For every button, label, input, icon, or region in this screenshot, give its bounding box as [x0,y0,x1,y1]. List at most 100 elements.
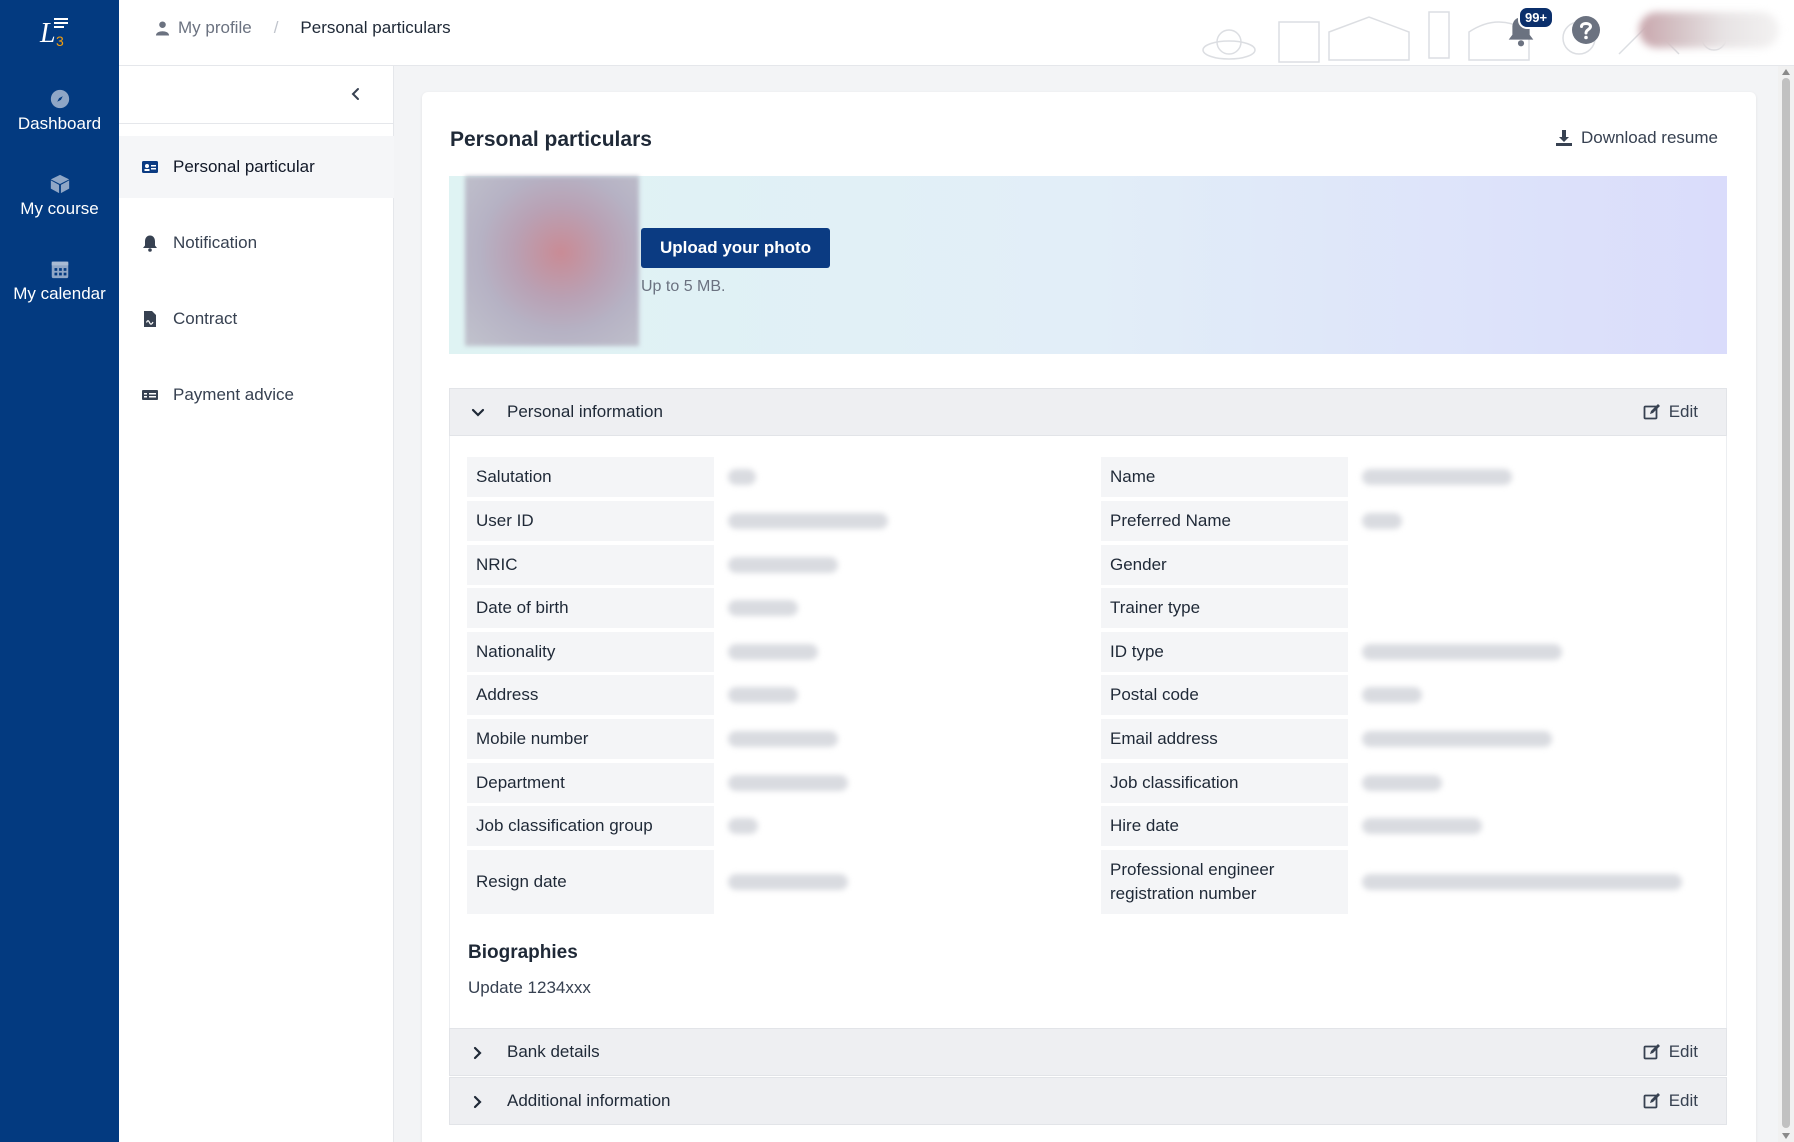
info-row: Professional engineer registration numbe… [1101,850,1728,914]
left-rail: L 3 Dashboard My course My calendar [0,0,119,1142]
field-value-redacted [714,632,1094,672]
personal-information-body: Salutation Name User ID Preferred Name NRIC G… [449,436,1727,1028]
info-row: Preferred Name [1101,501,1728,541]
info-row: Email address [1101,719,1728,759]
edit-personal-information-button[interactable]: Edit [1643,402,1698,422]
redacted-value [728,557,838,573]
field-label: Trainer type [1101,588,1348,628]
profile-sidebar: Personal particular Notification Contrac… [119,66,394,1142]
field-label: Department [467,763,714,803]
rail-item-label: My calendar [13,284,106,303]
chevron-left-icon[interactable] [348,86,364,102]
additional-information-header[interactable]: Additional information Edit [449,1077,1727,1125]
field-label: ID type [1101,632,1348,672]
field-value-redacted [1348,501,1728,541]
redacted-value [728,775,848,791]
field-label: Date of birth [467,588,714,628]
user-menu-avatar[interactable] [1639,12,1779,48]
edit-label: Edit [1668,1091,1698,1110]
sidebar-item-payment-advice[interactable]: Payment advice [119,364,394,426]
redacted-value [728,687,798,703]
redacted-value [1362,687,1422,703]
bell-icon [143,235,157,252]
field-value-redacted [714,457,1094,497]
rail-item-dashboard[interactable]: Dashboard [0,88,119,134]
redacted-value [1362,469,1512,485]
field-value-redacted [1348,719,1728,759]
bank-details-header[interactable]: Bank details Edit [449,1028,1727,1076]
redacted-value [1362,874,1682,890]
redacted-value [728,731,838,747]
field-label: Email address [1101,719,1348,759]
field-value-redacted [1348,632,1728,672]
biographies-title: Biographies [468,942,578,963]
rail-item-my-calendar[interactable]: My calendar [0,258,119,304]
field-value-redacted [714,588,1094,628]
download-resume-button[interactable]: Download resume [1555,128,1718,148]
svg-text:L: L [39,18,56,48]
info-row: Job classification group [467,806,1094,846]
breadcrumb-parent[interactable]: My profile [155,18,252,38]
user-icon [155,21,170,36]
info-row: Mobile number [467,719,1094,759]
field-label: Resign date [467,850,714,914]
info-row: NRIC [467,545,1094,585]
breadcrumb-parent-label: My profile [178,18,252,37]
rail-item-my-course[interactable]: My course [0,173,119,219]
section-title: Additional information [507,1091,671,1110]
field-label: NRIC [467,545,714,585]
sidebar-item-notification[interactable]: Notification [119,212,394,274]
field-label: Hire date [1101,806,1348,846]
chevron-down-icon [471,408,485,417]
field-value-redacted [714,806,1094,846]
field-value-redacted [714,719,1094,759]
field-value-redacted [1348,675,1728,715]
info-row: Date of birth [467,588,1094,628]
info-row: User ID [467,501,1094,541]
top-header: My profile / Personal particulars 99+ [119,0,1794,66]
notification-count-badge: 99+ [1518,6,1555,29]
redacted-value [728,874,848,890]
redacted-value [1362,731,1552,747]
app-logo[interactable]: L 3 [38,12,74,48]
edit-bank-details-button[interactable]: Edit [1643,1042,1698,1062]
field-value-redacted [1348,763,1728,803]
upload-photo-button[interactable]: Upload your photo [641,228,831,268]
field-label: Job classification [1101,763,1348,803]
cube-icon [50,174,69,194]
scroll-down-arrow[interactable] [1782,1133,1790,1139]
breadcrumb-separator: / [273,18,279,37]
personal-particulars-card: Personal particulars Download resume Upl… [422,92,1756,1142]
info-row: Job classification [1101,763,1728,803]
edit-additional-information-button[interactable]: Edit [1643,1091,1698,1111]
field-label: Job classification group [467,806,714,846]
sidebar-item-label: Contract [173,309,238,328]
field-value-redacted [714,850,1094,914]
help-icon[interactable] [1571,15,1601,45]
upload-size-note: Up to 5 MB. [641,278,726,295]
redacted-value [1362,775,1442,791]
scroll-up-arrow[interactable] [1782,69,1790,75]
info-row: Department [467,763,1094,803]
page-scrollbar[interactable] [1778,66,1794,1142]
field-value-redacted [1348,806,1728,846]
sidebar-collapse-bar [119,66,394,124]
field-label: Mobile number [467,719,714,759]
biographies-text: Update 1234xxx [468,978,591,997]
info-row: Address [467,675,1094,715]
redacted-value [728,600,798,616]
field-label: User ID [467,501,714,541]
sidebar-item-contract[interactable]: Contract [119,288,394,350]
field-value-redacted [1348,545,1728,585]
scrollbar-thumb[interactable] [1782,78,1790,1128]
svg-text:3: 3 [56,33,64,48]
sidebar-item-personal-particular[interactable]: Personal particular [119,136,394,198]
field-value-redacted [714,675,1094,715]
sidebar-item-label: Payment advice [173,385,294,404]
download-resume-label: Download resume [1580,128,1718,147]
chevron-right-icon [473,1046,482,1060]
rail-item-label: Dashboard [17,114,102,133]
info-row: Salutation [467,457,1094,497]
id-card-icon [142,161,158,173]
personal-information-header[interactable]: Personal information Edit [449,388,1727,436]
